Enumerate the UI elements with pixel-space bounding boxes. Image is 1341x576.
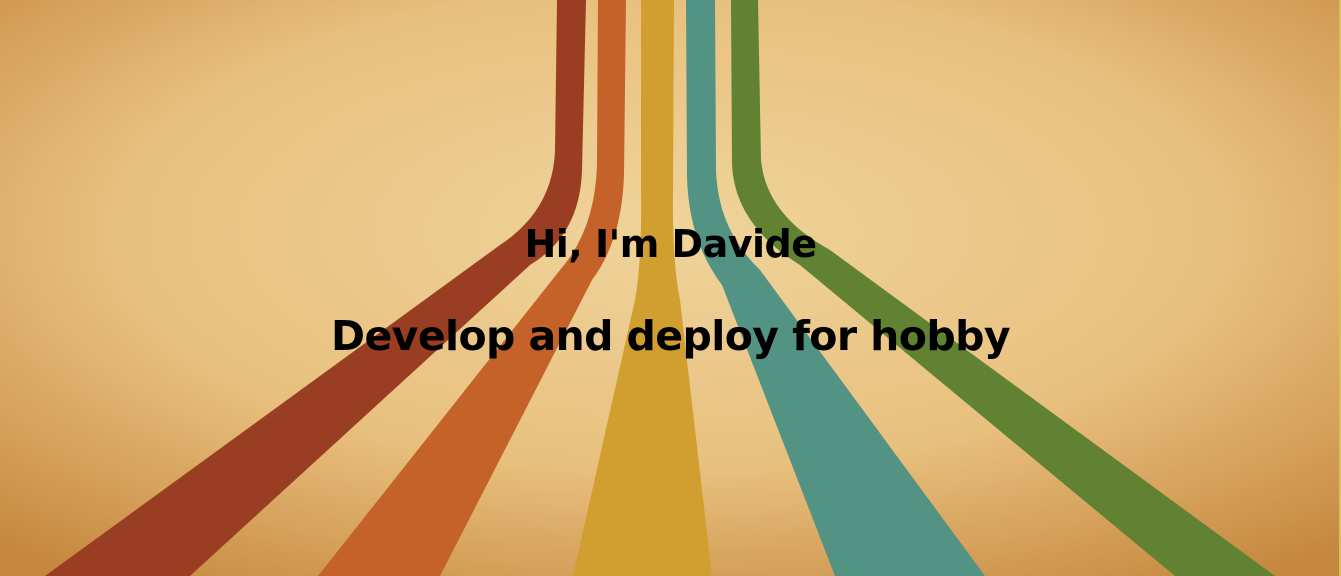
hero-title: Hi, I'm Davide bbox=[524, 222, 817, 266]
retro-stripes-background bbox=[0, 0, 1341, 576]
vignette-overlay bbox=[0, 0, 1341, 576]
hero-subtitle: Develop and deploy for hobby bbox=[331, 312, 1011, 360]
hero-section: Hi, I'm Davide Develop and deploy for ho… bbox=[0, 0, 1341, 576]
